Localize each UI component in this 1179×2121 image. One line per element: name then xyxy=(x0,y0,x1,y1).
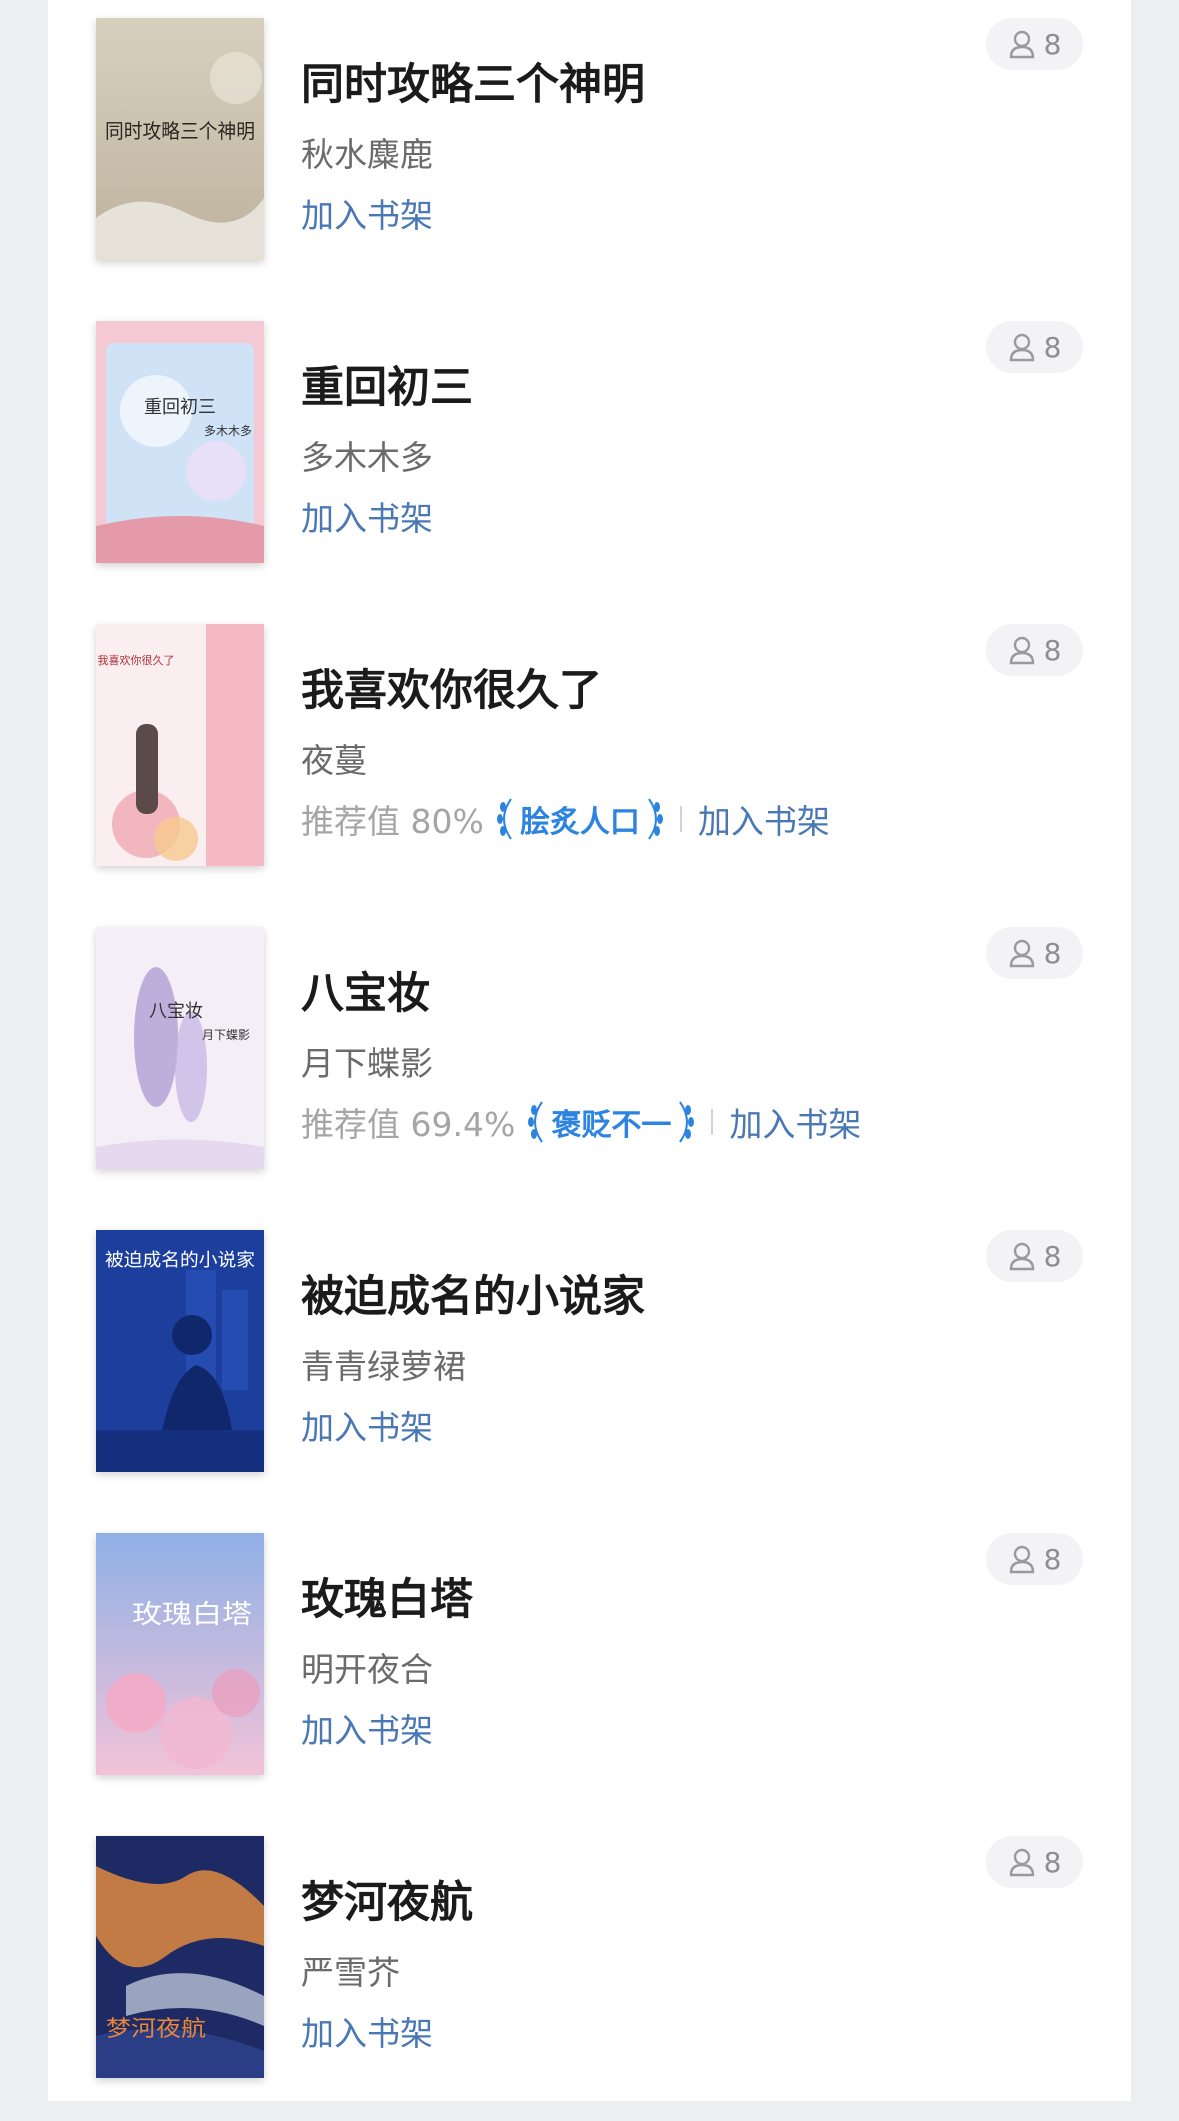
book-author: 明开夜合 xyxy=(301,1650,433,1689)
book-cover[interactable]: 梦河夜航 xyxy=(96,1836,264,2078)
book-author: 严雪芥 xyxy=(301,1953,400,1992)
reader-count-badge: 8 xyxy=(986,321,1083,373)
reader-count-badge: 8 xyxy=(986,927,1083,979)
user-icon xyxy=(1009,1242,1034,1271)
reader-count: 8 xyxy=(1043,27,1062,61)
laurel-icon xyxy=(679,1101,695,1143)
cover-title: 梦河夜航 xyxy=(106,2017,206,2042)
book-cover[interactable]: 重回初三 多木木多 xyxy=(96,321,264,563)
list-item[interactable]: 梦河夜航 梦河夜航 严雪芥 加入书架 8 xyxy=(48,1818,1131,2121)
add-to-shelf-link[interactable]: 加入书架 xyxy=(301,1704,433,1752)
book-cover[interactable]: 玫瑰白塔 xyxy=(96,1533,264,1775)
book-author: 夜蔓 xyxy=(301,741,367,780)
cover-title: 重回初三 xyxy=(144,397,216,418)
reader-count: 8 xyxy=(1043,1845,1062,1879)
user-icon xyxy=(1009,1848,1034,1877)
user-icon xyxy=(1009,30,1034,59)
book-meta: 推荐值 80% 脍炙人口 加入书架 xyxy=(301,796,830,842)
book-title[interactable]: 被迫成名的小说家 xyxy=(301,1262,645,1324)
user-icon xyxy=(1009,939,1034,968)
divider xyxy=(679,806,682,832)
book-title[interactable]: 玫瑰白塔 xyxy=(301,1565,473,1627)
reader-count: 8 xyxy=(1043,1542,1062,1576)
book-meta: 加入书架 xyxy=(301,190,433,236)
reader-count: 8 xyxy=(1043,936,1062,970)
list-item[interactable]: 八宝妆 月下蝶影 八宝妆 月下蝶影 推荐值 69.4% 褒贬不一 加入书架 8 xyxy=(48,909,1131,1212)
book-cover[interactable]: 我喜欢你很久了 xyxy=(96,624,264,866)
book-title[interactable]: 我喜欢你很久了 xyxy=(301,656,602,718)
book-author: 秋水麋鹿 xyxy=(301,135,433,174)
book-title[interactable]: 重回初三 xyxy=(301,353,473,415)
reader-count: 8 xyxy=(1043,1239,1062,1273)
book-cover[interactable]: 八宝妆 月下蝶影 xyxy=(96,927,264,1169)
add-to-shelf-link[interactable]: 加入书架 xyxy=(301,189,433,237)
rating-badge-label: 褒贬不一 xyxy=(551,1108,672,1143)
cover-title: 玫瑰白塔 xyxy=(132,1600,252,1630)
laurel-icon xyxy=(648,798,663,840)
book-meta: 加入书架 xyxy=(301,493,433,539)
book-cover[interactable]: 被迫成名的小说家 xyxy=(96,1230,264,1472)
add-to-shelf-link[interactable]: 加入书架 xyxy=(698,795,830,843)
rating-badge: 褒贬不一 xyxy=(525,1099,697,1145)
add-to-shelf-link[interactable]: 加入书架 xyxy=(301,492,433,540)
user-icon xyxy=(1009,636,1034,665)
book-meta: 加入书架 xyxy=(301,2008,433,2054)
cover-title: 同时攻略三个神明 xyxy=(105,119,255,143)
add-to-shelf-link[interactable]: 加入书架 xyxy=(301,1401,433,1449)
list-item[interactable]: 重回初三 多木木多 重回初三 多木木多 加入书架 8 xyxy=(48,303,1131,606)
user-icon xyxy=(1009,1545,1034,1574)
cover-author: 多木木多 xyxy=(204,424,252,438)
reader-count-badge: 8 xyxy=(986,1533,1083,1585)
book-title[interactable]: 八宝妆 xyxy=(301,959,430,1021)
cover-title: 我喜欢你很久了 xyxy=(98,653,175,667)
reader-count-badge: 8 xyxy=(986,1230,1083,1282)
book-meta: 推荐值 69.4% 褒贬不一 加入书架 xyxy=(301,1099,861,1145)
reader-count: 8 xyxy=(1043,633,1062,667)
book-title[interactable]: 同时攻略三个神明 xyxy=(301,50,645,112)
list-item[interactable]: 我喜欢你很久了 我喜欢你很久了 夜蔓 推荐值 80% 脍炙人口 加入书架 8 xyxy=(48,606,1131,909)
book-meta: 加入书架 xyxy=(301,1402,433,1448)
reader-count-badge: 8 xyxy=(986,624,1083,676)
add-to-shelf-link[interactable]: 加入书架 xyxy=(729,1098,861,1146)
book-author: 月下蝶影 xyxy=(301,1044,433,1083)
book-author: 青青绿萝裙 xyxy=(301,1347,466,1386)
reader-count-badge: 8 xyxy=(986,1836,1083,1888)
rating-badge-label: 脍炙人口 xyxy=(519,805,640,840)
cover-title: 八宝妆 xyxy=(149,1001,203,1022)
book-title[interactable]: 梦河夜航 xyxy=(301,1868,473,1930)
list-item[interactable]: 同时攻略三个神明 同时攻略三个神明 秋水麋鹿 加入书架 8 xyxy=(48,0,1131,303)
reader-count: 8 xyxy=(1043,330,1062,364)
user-icon xyxy=(1009,333,1034,362)
cover-title: 被迫成名的小说家 xyxy=(105,1250,255,1271)
laurel-icon xyxy=(496,798,512,840)
rating-badge: 脍炙人口 xyxy=(494,796,666,842)
book-cover[interactable]: 同时攻略三个神明 xyxy=(96,18,264,260)
divider xyxy=(711,1109,714,1135)
recommend-value: 推荐值 80% xyxy=(301,802,484,841)
recommend-value: 推荐值 69.4% xyxy=(301,1105,516,1144)
add-to-shelf-link[interactable]: 加入书架 xyxy=(301,2007,433,2055)
laurel-icon xyxy=(528,1101,544,1143)
list-item[interactable]: 被迫成名的小说家 被迫成名的小说家 青青绿萝裙 加入书架 8 xyxy=(48,1212,1131,1515)
book-list: 同时攻略三个神明 同时攻略三个神明 秋水麋鹿 加入书架 8 重回初三 多木木多 … xyxy=(48,0,1131,2101)
list-item[interactable]: 玫瑰白塔 玫瑰白塔 明开夜合 加入书架 8 xyxy=(48,1515,1131,1818)
book-meta: 加入书架 xyxy=(301,1705,433,1751)
book-author: 多木木多 xyxy=(301,438,433,477)
cover-author: 月下蝶影 xyxy=(202,1027,250,1042)
reader-count-badge: 8 xyxy=(986,18,1083,70)
